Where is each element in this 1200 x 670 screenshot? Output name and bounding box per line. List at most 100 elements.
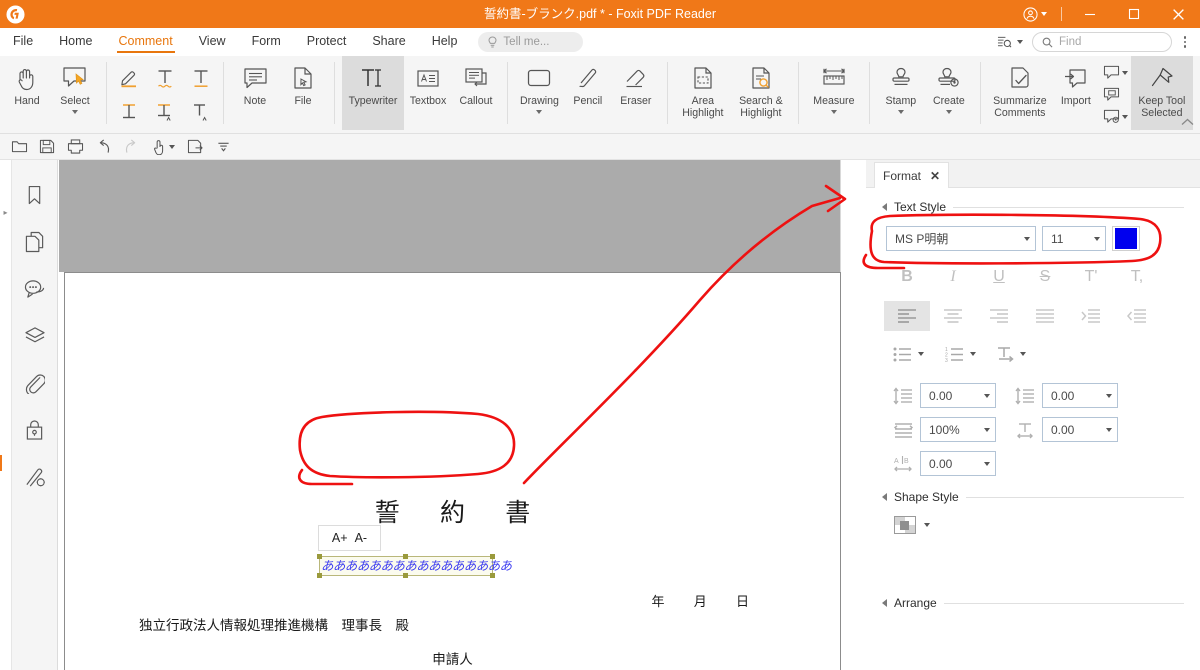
summarize-comments-button[interactable]: Summarize Comments <box>988 56 1052 130</box>
sidebar-item-layers[interactable] <box>20 323 50 349</box>
tab-format[interactable]: Format ✕ <box>874 162 950 188</box>
section-shape-style[interactable]: Shape Style <box>866 490 1200 504</box>
close-button[interactable] <box>1156 0 1200 28</box>
chevron-down-icon[interactable] <box>970 352 976 356</box>
comment-style-button[interactable] <box>1100 62 1131 83</box>
font-family-select[interactable]: MS P明朝 <box>886 226 1036 251</box>
align-right-button[interactable] <box>976 301 1022 331</box>
align-left-button[interactable] <box>884 301 930 331</box>
import-comments-button[interactable]: Import <box>1052 56 1100 130</box>
align-justify-button[interactable] <box>1022 301 1068 331</box>
stamp-tool-button[interactable]: Stamp <box>877 56 925 130</box>
numbered-list-button[interactable]: 1 2 3 <box>936 339 974 369</box>
spacing-before-input[interactable]: 0.00 <box>920 383 996 408</box>
menu-comment[interactable]: Comment <box>106 28 186 56</box>
undo-icon[interactable] <box>90 136 116 158</box>
superscript-button[interactable]: T' <box>1068 262 1114 292</box>
area-highlight-button[interactable]: Area Highlight <box>675 56 731 130</box>
chevron-down-icon[interactable] <box>72 109 78 114</box>
save-icon[interactable] <box>34 136 60 158</box>
select-tool-button[interactable]: Select <box>51 56 99 130</box>
resize-handle-sw[interactable] <box>317 573 322 578</box>
document-viewport[interactable]: 誓 約 書 年 月 日 独立行政法人情報処理推進機構 理事長 殿 申請人 自宅住… <box>59 160 841 670</box>
chevron-down-icon[interactable] <box>1020 352 1026 356</box>
menu-view[interactable]: View <box>186 28 239 56</box>
pencil-tool-button[interactable]: Pencil <box>564 56 612 130</box>
highlight-icon[interactable] <box>111 61 147 94</box>
underline-button[interactable]: U <box>976 262 1022 292</box>
more-vertical-icon[interactable] <box>1174 31 1196 53</box>
font-size-select[interactable]: 11 <box>1042 226 1106 251</box>
text-direction-button[interactable] <box>988 339 1022 369</box>
spacing-after-input[interactable]: 0.00 <box>1042 383 1118 408</box>
chevron-up-icon[interactable] <box>1181 117 1194 129</box>
subscript-button[interactable]: T, <box>1114 262 1160 292</box>
menu-file[interactable]: File <box>0 28 46 56</box>
resize-handle-n[interactable] <box>403 554 408 559</box>
menu-home[interactable]: Home <box>46 28 105 56</box>
redo-icon[interactable] <box>118 136 144 158</box>
resize-handle-ne[interactable] <box>490 554 495 559</box>
chevron-down-icon[interactable] <box>924 523 930 527</box>
line-height-input[interactable]: 100% <box>920 417 996 442</box>
fill-stroke-swatch[interactable] <box>894 516 916 534</box>
font-size-popup[interactable]: A+ A- <box>318 525 381 551</box>
replace-text-icon[interactable] <box>183 94 219 127</box>
open-folder-icon[interactable] <box>6 136 32 158</box>
chevron-down-icon[interactable] <box>897 109 904 114</box>
search-highlight-button[interactable]: Search & Highlight <box>731 56 791 130</box>
hand-tool-button[interactable]: Hand <box>3 56 51 130</box>
resize-handle-se[interactable] <box>490 573 495 578</box>
callout-tool-button[interactable]: Callout <box>452 56 500 130</box>
align-center-button[interactable] <box>930 301 976 331</box>
sidebar-item-attachments[interactable] <box>20 370 50 396</box>
squiggly-replace-icon[interactable] <box>111 94 147 127</box>
textbox-tool-button[interactable]: Textbox <box>404 56 452 130</box>
customize-toolbar-icon[interactable] <box>210 136 236 158</box>
chevron-down-icon[interactable] <box>945 109 952 114</box>
underline-icon[interactable] <box>147 61 183 94</box>
find-box[interactable]: Find <box>1032 32 1172 52</box>
file-attach-button[interactable]: File <box>279 56 327 130</box>
chevron-down-icon[interactable] <box>1017 40 1023 44</box>
menu-share[interactable]: Share <box>359 28 418 56</box>
section-arrange[interactable]: Arrange <box>866 596 1200 610</box>
decrease-font-button[interactable]: A- <box>355 531 368 545</box>
chevron-down-icon[interactable] <box>918 352 924 356</box>
character-spacing-input[interactable]: 0.00 <box>920 451 996 476</box>
measure-tool-button[interactable]: Measure <box>806 56 862 130</box>
account-circle-icon[interactable] <box>1015 6 1055 22</box>
note-tool-button[interactable]: Note <box>231 56 279 130</box>
maximize-button[interactable] <box>1112 0 1156 28</box>
tell-me-box[interactable]: Tell me... <box>478 32 584 52</box>
print-icon[interactable] <box>62 136 88 158</box>
strikethrough-icon[interactable] <box>183 61 219 94</box>
chevron-down-icon[interactable] <box>536 109 543 114</box>
edge-collapse-handle[interactable]: ▸ <box>1 208 10 217</box>
typewriter-annotation-text[interactable]: ああああああああああああああああ <box>321 557 512 575</box>
typewriter-tool-button[interactable]: Typewriter <box>342 56 404 130</box>
menu-form[interactable]: Form <box>239 28 294 56</box>
indent-increase-button[interactable] <box>1068 301 1114 331</box>
close-icon[interactable]: ✕ <box>930 169 940 183</box>
comment-box-button[interactable] <box>1100 84 1131 105</box>
italic-button[interactable]: I <box>930 262 976 292</box>
insert-text-icon[interactable] <box>147 94 183 127</box>
drawing-tool-button[interactable]: Drawing <box>515 56 564 130</box>
menu-help[interactable]: Help <box>419 28 471 56</box>
chevron-down-icon[interactable] <box>830 109 837 114</box>
eraser-tool-button[interactable]: Eraser <box>612 56 660 130</box>
bold-button[interactable]: B <box>884 262 930 292</box>
create-stamp-button[interactable]: Create <box>925 56 973 130</box>
typewriter-annotation[interactable]: ああああああああああああああああ <box>317 554 512 578</box>
sidebar-item-bookmarks[interactable] <box>20 182 50 208</box>
bullet-list-button[interactable] <box>884 339 922 369</box>
increase-font-button[interactable]: A+ <box>332 531 348 545</box>
sidebar-item-signatures[interactable] <box>20 464 50 490</box>
search-options-icon[interactable] <box>993 31 1015 53</box>
save-as-icon[interactable] <box>182 136 208 158</box>
sidebar-item-security[interactable] <box>20 417 50 443</box>
paragraph-indent-input[interactable]: 0.00 <box>1042 417 1118 442</box>
section-text-style[interactable]: Text Style <box>866 200 1200 214</box>
comment-settings-button[interactable] <box>1100 106 1131 127</box>
